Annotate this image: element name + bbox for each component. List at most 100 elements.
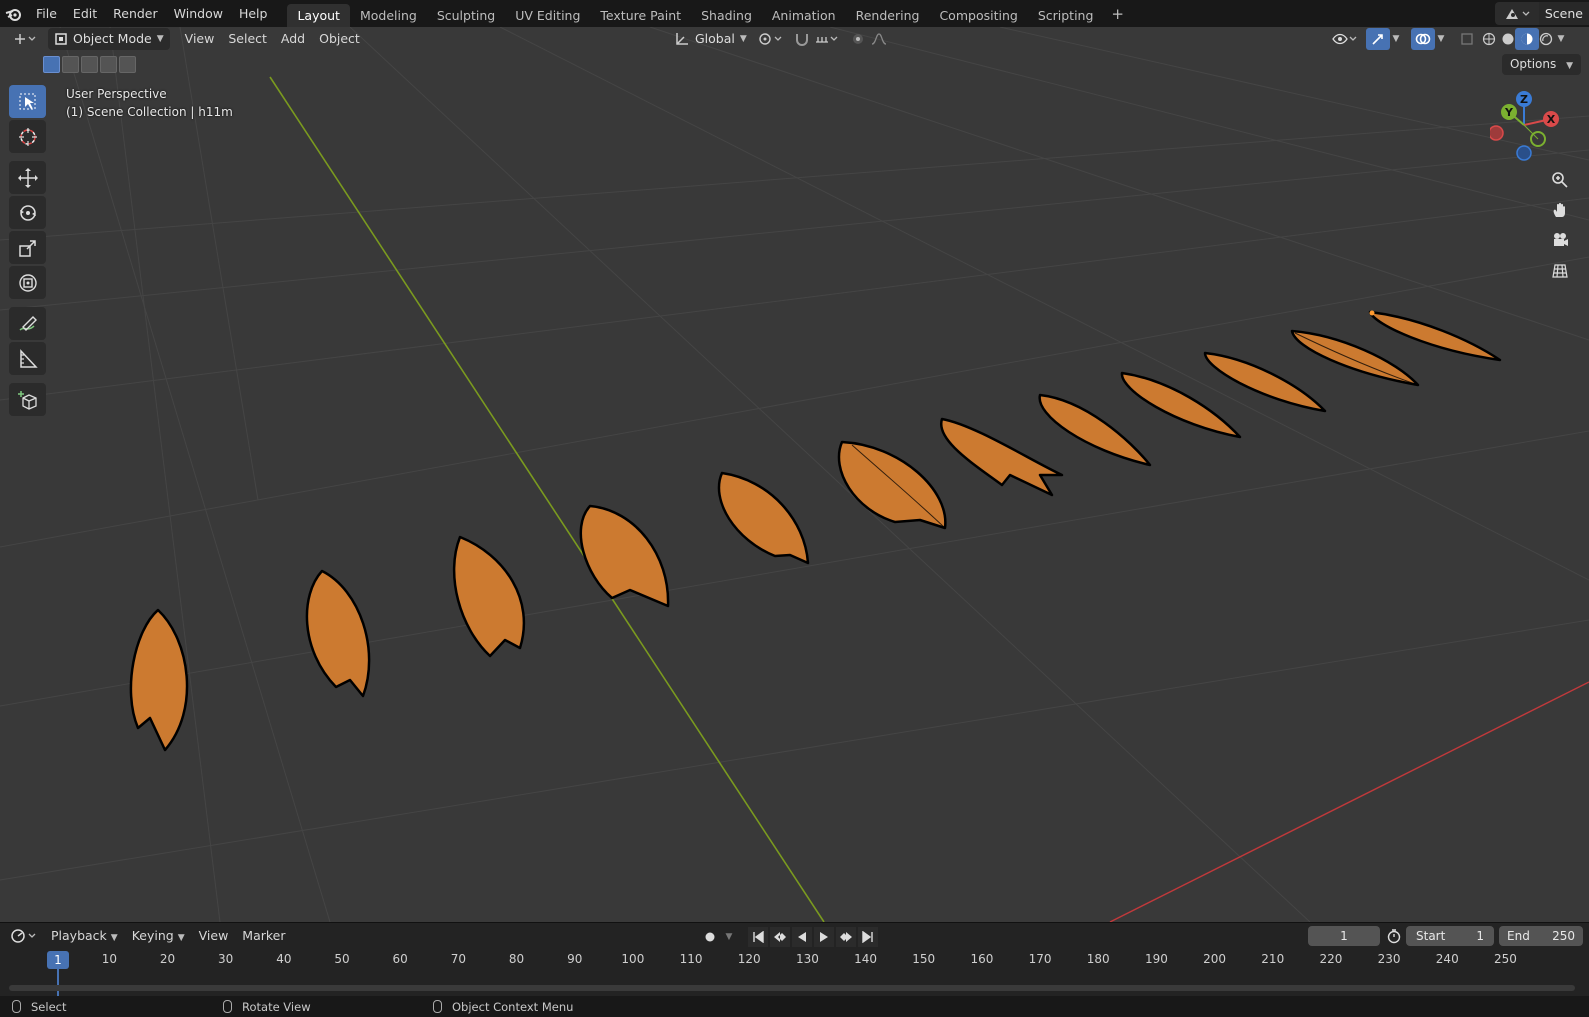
record-icon[interactable]: [700, 927, 720, 947]
select-box-tool[interactable]: [9, 85, 46, 118]
tab-scripting[interactable]: Scripting: [1028, 4, 1104, 27]
select-extend-icon[interactable]: [62, 56, 79, 73]
visibility-icon[interactable]: [1330, 28, 1360, 50]
jump-to-start-icon[interactable]: [748, 927, 768, 947]
stopwatch-icon[interactable]: [1384, 925, 1404, 947]
tab-uv-editing[interactable]: UV Editing: [505, 4, 590, 27]
annotate-tool[interactable]: [9, 307, 46, 340]
add-workspace-button[interactable]: +: [1103, 5, 1132, 23]
select-invert-icon[interactable]: [100, 56, 117, 73]
gizmo-neg-z-axis[interactable]: [1516, 145, 1532, 161]
tab-modeling[interactable]: Modeling: [350, 4, 427, 27]
tab-rendering[interactable]: Rendering: [846, 4, 930, 27]
zoom-button[interactable]: [1547, 167, 1573, 193]
shading-dropdown-icon[interactable]: ▼: [1553, 28, 1569, 50]
falloff-icon[interactable]: [868, 28, 892, 50]
leaf-object-8[interactable]: [1038, 393, 1152, 467]
gizmo-dropdown-icon[interactable]: ▼: [1388, 28, 1404, 50]
menu-window[interactable]: Window: [166, 0, 231, 27]
next-keyframe-icon[interactable]: [836, 927, 856, 947]
scene-icon[interactable]: [1494, 2, 1539, 25]
gizmo-toggle-icon[interactable]: [1366, 28, 1390, 50]
rotate-tool[interactable]: [9, 196, 46, 229]
pivot-point-icon[interactable]: [756, 28, 786, 50]
leaf-object-3[interactable]: [452, 535, 526, 658]
cursor-tool[interactable]: [9, 120, 46, 153]
scene-selector[interactable]: Scene: [1494, 2, 1589, 25]
tab-layout[interactable]: Layout: [287, 4, 350, 27]
leaf-object-7[interactable]: [939, 417, 1064, 497]
frame-ruler[interactable]: 10 20 30 40 50 60 70 80 90 100 110 120 130 140 150 160 1…: [0, 949, 1589, 969]
menu-help[interactable]: Help: [231, 0, 276, 27]
select-new-icon[interactable]: [43, 56, 60, 73]
tab-shading[interactable]: Shading: [691, 4, 762, 27]
viewport-menu-object[interactable]: Object: [312, 28, 367, 50]
tab-animation[interactable]: Animation: [762, 4, 846, 27]
ortho-toggle-button[interactable]: [1547, 258, 1573, 284]
camera-view-button[interactable]: [1547, 227, 1573, 253]
tab-compositing[interactable]: Compositing: [929, 4, 1027, 27]
start-frame-field[interactable]: Start 1: [1406, 926, 1494, 946]
tab-texture-paint[interactable]: Texture Paint: [590, 4, 691, 27]
3d-viewport[interactable]: Object Mode ▼ View Select Add Object Global…: [0, 27, 1589, 922]
xray-toggle-icon[interactable]: [1455, 28, 1479, 50]
leaf-object-11[interactable]: [1290, 329, 1420, 387]
viewport-menu-select[interactable]: Select: [221, 28, 274, 50]
proportional-editing-icon[interactable]: [846, 28, 870, 50]
select-intersect-icon[interactable]: [119, 56, 136, 73]
timeline-menu-marker[interactable]: Marker: [235, 925, 292, 947]
leaf-object-2[interactable]: [305, 569, 371, 698]
scale-tool[interactable]: [9, 231, 46, 264]
record-dropdown-icon[interactable]: ▼: [722, 927, 736, 947]
jump-to-end-icon[interactable]: [858, 927, 878, 947]
navigation-gizmo[interactable]: Z X Y: [1490, 87, 1570, 167]
pan-button[interactable]: [1547, 197, 1573, 223]
leaf-object-9[interactable]: [1120, 371, 1242, 439]
overlays-dropdown-icon[interactable]: ▼: [1433, 28, 1449, 50]
transform-tool[interactable]: [9, 266, 46, 299]
timeline-menu-keying[interactable]: Keying ▼: [125, 925, 192, 947]
current-frame-field[interactable]: 1: [1308, 926, 1380, 946]
viewport-header: Object Mode ▼ View Select Add Object Global…: [0, 27, 1589, 51]
viewport-canvas[interactable]: [0, 27, 1589, 922]
timeline-menu-playback[interactable]: Playback ▼: [44, 925, 125, 947]
options-dropdown[interactable]: Options ▼: [1501, 54, 1581, 75]
snap-target-icon[interactable]: [812, 28, 842, 50]
tab-sculpting[interactable]: Sculpting: [427, 4, 505, 27]
transform-orientation-dropdown[interactable]: Global ▼: [668, 28, 753, 50]
leaf-object-1[interactable]: [129, 608, 189, 752]
leaf-object-4[interactable]: [579, 504, 670, 608]
blender-logo-icon[interactable]: [0, 0, 28, 27]
snap-icon[interactable]: [790, 28, 814, 50]
menu-file[interactable]: File: [28, 0, 65, 27]
timeline-scrollbar[interactable]: [9, 985, 1575, 991]
perspective-label: User Perspective: [66, 87, 167, 101]
move-tool[interactable]: [9, 161, 46, 194]
viewport-menu-add[interactable]: Add: [274, 28, 312, 50]
top-menu-bar: File Edit Render Window Help Layout Modeling S…: [0, 0, 1589, 27]
add-cube-tool[interactable]: [9, 383, 46, 416]
leaf-object-5[interactable]: [717, 471, 810, 565]
editor-type-icon[interactable]: [10, 28, 40, 50]
leaf-object-10[interactable]: [1203, 351, 1327, 413]
scene-name[interactable]: Scene: [1538, 2, 1589, 25]
gizmo-neg-x-axis[interactable]: [1490, 125, 1504, 141]
timeline-editor-type-icon[interactable]: [8, 925, 40, 947]
end-frame-field[interactable]: End 250: [1499, 926, 1583, 946]
play-icon[interactable]: [814, 927, 834, 947]
frame-tick-label: 230: [1377, 952, 1401, 966]
viewport-menu-view[interactable]: View: [178, 28, 222, 50]
leaf-object-12[interactable]: [1368, 310, 1502, 362]
leaf-object-6[interactable]: [837, 440, 947, 530]
play-reverse-icon[interactable]: [792, 927, 812, 947]
measure-tool[interactable]: [9, 342, 46, 375]
select-subtract-icon[interactable]: [81, 56, 98, 73]
timeline-menu-view[interactable]: View: [192, 925, 236, 947]
menu-edit[interactable]: Edit: [65, 0, 105, 27]
options-label: Options: [1509, 57, 1557, 71]
overlays-toggle-icon[interactable]: [1411, 28, 1435, 50]
selection-mode-group: [43, 56, 136, 73]
menu-render[interactable]: Render: [105, 0, 166, 27]
mode-dropdown[interactable]: Object Mode ▼: [48, 28, 170, 50]
previous-keyframe-icon[interactable]: [770, 927, 790, 947]
